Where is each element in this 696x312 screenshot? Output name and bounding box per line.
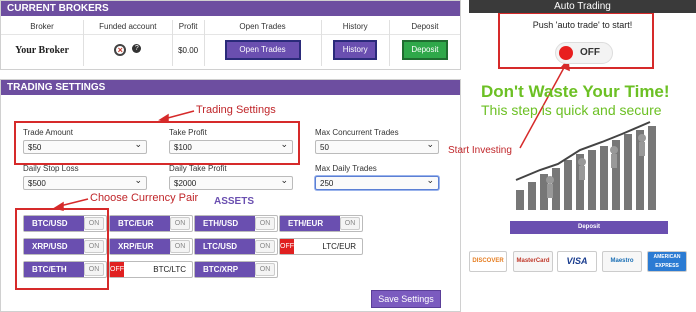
growth-illustration [515,121,656,210]
auto-trade-instruction: Push 'auto trade' to start! [532,20,633,30]
toggle-label: OFF [580,47,600,58]
off-indicator-icon [559,46,573,60]
auto-deposit-button[interactable]: Deposit [510,221,668,234]
maestro-icon: Maestro [602,251,642,272]
slogan-headline: Don't Waste Your Time! [481,82,670,101]
american-express-icon: AMERICAN EXPRESS [647,251,687,272]
slogan-subline: This step is quick and secure [481,102,662,118]
auto-trading-title: Auto Trading [469,0,696,13]
visa-icon: VISA [557,251,597,272]
mastercard-icon: MasterCard [513,251,553,272]
auto-trade-toggle[interactable]: OFF [555,42,613,64]
discover-card-icon: DISCOVER [469,251,507,272]
